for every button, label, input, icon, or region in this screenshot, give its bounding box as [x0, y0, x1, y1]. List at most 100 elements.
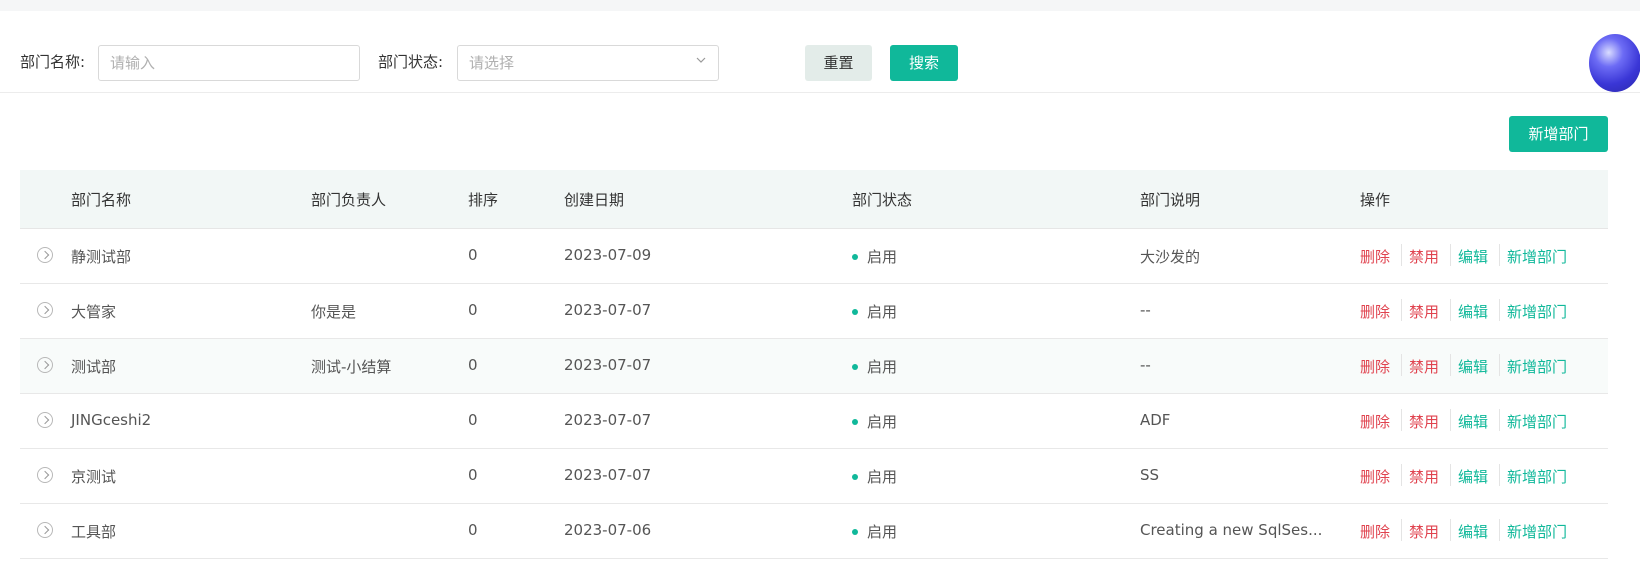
action-divider — [1401, 354, 1402, 376]
status-dot-icon — [852, 254, 858, 260]
status-dot-icon — [852, 419, 858, 425]
cell-dept-desc: -- — [1140, 356, 1151, 374]
edit-link[interactable]: 编辑 — [1458, 246, 1488, 267]
action-divider — [1450, 464, 1451, 486]
add-sub-department-link[interactable]: 新增部门 — [1507, 521, 1567, 542]
delete-link[interactable]: 删除 — [1360, 356, 1390, 377]
cell-create-date: 2023-07-06 — [564, 521, 652, 539]
floating-orb-icon[interactable] — [1589, 34, 1640, 92]
add-sub-department-link[interactable]: 新增部门 — [1507, 466, 1567, 487]
table-row: 测试部 测试-小结算 0 2023-07-07 启用 -- 删除 禁用 编辑 新增部门 — [20, 339, 1608, 394]
action-divider — [1450, 354, 1451, 376]
delete-link[interactable]: 删除 — [1360, 411, 1390, 432]
header-dept-status: 部门状态 — [852, 191, 913, 209]
expand-row-icon[interactable] — [37, 357, 53, 373]
cell-create-date: 2023-07-07 — [564, 356, 652, 374]
expand-row-icon[interactable] — [37, 522, 53, 538]
add-sub-department-link[interactable]: 新增部门 — [1507, 246, 1567, 267]
action-divider — [1401, 244, 1402, 266]
cell-dept-status: 启用 — [867, 523, 898, 541]
header-dept-desc: 部门说明 — [1140, 191, 1201, 209]
cell-dept-status: 启用 — [867, 413, 898, 431]
disable-link[interactable]: 禁用 — [1409, 521, 1439, 542]
table-header: 部门名称 部门负责人 排序 创建日期 部门状态 部门说明 操作 — [20, 170, 1608, 229]
cell-order: 0 — [468, 411, 478, 429]
expand-row-icon[interactable] — [37, 467, 53, 483]
delete-link[interactable]: 删除 — [1360, 246, 1390, 267]
cell-order: 0 — [468, 356, 478, 374]
cell-create-date: 2023-07-07 — [564, 301, 652, 319]
dept-name-input[interactable]: 请输入 — [98, 45, 360, 81]
delete-link[interactable]: 删除 — [1360, 521, 1390, 542]
cell-dept-status: 启用 — [867, 303, 898, 321]
disable-link[interactable]: 禁用 — [1409, 411, 1439, 432]
delete-link[interactable]: 删除 — [1360, 466, 1390, 487]
expand-row-icon[interactable] — [37, 412, 53, 428]
cell-dept-desc: Creating a new SqlSes... — [1140, 521, 1323, 539]
filter-bar: 部门名称: 请输入 部门状态: 请选择 重置 搜索 — [0, 11, 1640, 93]
header-order: 排序 — [468, 191, 499, 209]
cell-dept-desc: -- — [1140, 301, 1151, 319]
disable-link[interactable]: 禁用 — [1409, 246, 1439, 267]
edit-link[interactable]: 编辑 — [1458, 521, 1488, 542]
action-divider — [1401, 464, 1402, 486]
dept-name-label: 部门名称: — [20, 53, 86, 71]
status-dot-icon — [852, 474, 858, 480]
action-divider — [1401, 299, 1402, 321]
action-divider — [1450, 409, 1451, 431]
add-department-button[interactable]: 新增部门 — [1509, 116, 1608, 152]
add-sub-department-link[interactable]: 新增部门 — [1507, 356, 1567, 377]
search-button[interactable]: 搜索 — [890, 45, 958, 81]
cell-order: 0 — [468, 246, 478, 264]
edit-link[interactable]: 编辑 — [1458, 301, 1488, 322]
action-divider — [1499, 409, 1500, 431]
cell-create-date: 2023-07-09 — [564, 246, 652, 264]
status-dot-icon — [852, 364, 858, 370]
cell-dept-desc: 大沙发的 — [1140, 248, 1201, 266]
cell-dept-desc: SS — [1140, 466, 1160, 484]
cell-order: 0 — [468, 301, 478, 319]
cell-dept-name: 大管家 — [71, 303, 117, 321]
dept-status-select[interactable]: 请选择 — [457, 45, 719, 81]
top-strip — [0, 0, 1640, 11]
status-dot-icon — [852, 529, 858, 535]
table-body: 静测试部 0 2023-07-09 启用 大沙发的 删除 禁用 编辑 新增部门 大管家 你是是 0 20… — [20, 229, 1608, 559]
disable-link[interactable]: 禁用 — [1409, 466, 1439, 487]
edit-link[interactable]: 编辑 — [1458, 411, 1488, 432]
disable-link[interactable]: 禁用 — [1409, 356, 1439, 377]
action-divider — [1401, 409, 1402, 431]
edit-link[interactable]: 编辑 — [1458, 356, 1488, 377]
action-divider — [1450, 299, 1451, 321]
dept-status-label: 部门状态: — [378, 53, 444, 71]
cell-dept-name: 测试部 — [71, 358, 117, 376]
cell-create-date: 2023-07-07 — [564, 411, 652, 429]
dept-name-placeholder: 请输入 — [110, 54, 156, 72]
disable-link[interactable]: 禁用 — [1409, 301, 1439, 322]
cell-dept-desc: ADF — [1140, 411, 1171, 429]
action-divider — [1499, 299, 1500, 321]
expand-row-icon[interactable] — [37, 302, 53, 318]
edit-link[interactable]: 编辑 — [1458, 466, 1488, 487]
header-dept-name: 部门名称 — [71, 191, 132, 209]
action-divider — [1499, 354, 1500, 376]
cell-dept-status: 启用 — [867, 248, 898, 266]
cell-dept-name: 京测试 — [71, 468, 117, 486]
add-sub-department-link[interactable]: 新增部门 — [1507, 301, 1567, 322]
cell-dept-leader: 测试-小结算 — [311, 358, 392, 376]
action-divider — [1499, 464, 1500, 486]
expand-row-icon[interactable] — [37, 247, 53, 263]
action-divider — [1450, 519, 1451, 541]
cell-order: 0 — [468, 521, 478, 539]
cell-dept-name: JINGceshi2 — [71, 411, 152, 429]
department-table: 部门名称 部门负责人 排序 创建日期 部门状态 部门说明 操作 静测试部 0 202… — [20, 170, 1608, 559]
header-actions: 操作 — [1360, 191, 1391, 209]
table-row: 静测试部 0 2023-07-09 启用 大沙发的 删除 禁用 编辑 新增部门 — [20, 229, 1608, 284]
header-create-date: 创建日期 — [564, 191, 625, 209]
action-divider — [1499, 519, 1500, 541]
reset-button[interactable]: 重置 — [805, 45, 872, 81]
add-sub-department-link[interactable]: 新增部门 — [1507, 411, 1567, 432]
cell-dept-name: 静测试部 — [71, 248, 132, 266]
cell-dept-leader: 你是是 — [311, 303, 357, 321]
cell-create-date: 2023-07-07 — [564, 466, 652, 484]
delete-link[interactable]: 删除 — [1360, 301, 1390, 322]
